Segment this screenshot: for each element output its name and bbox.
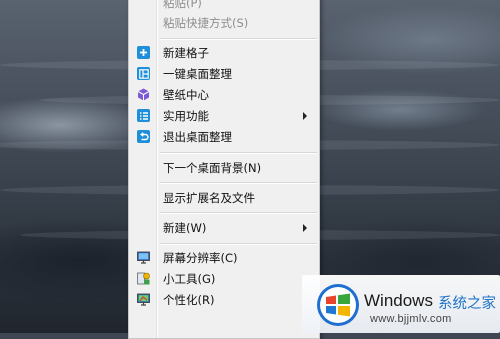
watermark-brand: Windows — [364, 291, 433, 310]
desktop-context-menu: 粘贴(P) 粘贴快捷方式(S) 新建格子 一键桌面整理 壁纸中心 实用功能 退出… — [128, 0, 320, 339]
menu-item-new[interactable]: 新建(W) — [129, 218, 319, 238]
menu-item-utilities[interactable]: 实用功能 — [129, 106, 319, 126]
menu-item-label: 小工具(G) — [163, 272, 216, 286]
exit-icon — [137, 130, 150, 143]
menu-item-screen-resolution[interactable]: 屏幕分辨率(C) — [129, 248, 319, 268]
menu-item-label: 实用功能 — [163, 109, 209, 123]
personalize-icon — [137, 293, 150, 306]
cube-icon — [137, 88, 150, 101]
menu-item-label: 新建格子 — [163, 46, 209, 60]
monitor-icon — [137, 251, 150, 264]
menu-item-personalize[interactable]: 个性化(R) — [129, 290, 319, 310]
watermark-tagline: 系统之家 — [438, 296, 496, 312]
grid-layout-icon — [137, 67, 150, 80]
menu-item-label: 一键桌面整理 — [163, 67, 232, 81]
menu-item-new-fence[interactable]: 新建格子 — [129, 43, 319, 63]
menu-item-label: 粘贴快捷方式(S) — [163, 16, 249, 30]
menu-separator — [160, 152, 317, 154]
windows-logo-icon — [316, 283, 360, 331]
menu-item-show-extensions[interactable]: 显示扩展名及文件 — [129, 188, 319, 208]
menu-item-paste[interactable]: 粘贴(P) — [129, 0, 319, 13]
menu-item-next-background[interactable]: 下一个桌面背景(N) — [129, 158, 319, 178]
menu-separator — [160, 243, 317, 245]
menu-item-label: 粘贴(P) — [163, 0, 202, 10]
menu-item-paste-shortcut[interactable]: 粘贴快捷方式(S) — [129, 13, 319, 33]
list-icon — [137, 109, 150, 122]
menu-item-exit-organize[interactable]: 退出桌面整理 — [129, 127, 319, 147]
menu-item-label: 个性化(R) — [163, 293, 215, 307]
menu-item-one-click-organize[interactable]: 一键桌面整理 — [129, 64, 319, 84]
menu-item-label: 退出桌面整理 — [163, 130, 232, 144]
menu-item-label: 屏幕分辨率(C) — [163, 251, 238, 265]
gadgets-icon — [137, 272, 150, 285]
submenu-arrow-icon — [303, 224, 307, 232]
menu-item-label: 新建(W) — [163, 221, 207, 235]
site-watermark: Windows 系统之家 www.bjjmlv.com — [302, 275, 500, 333]
menu-separator — [160, 38, 317, 40]
menu-separator — [160, 212, 317, 214]
menu-item-wallpaper-center[interactable]: 壁纸中心 — [129, 85, 319, 105]
menu-separator — [160, 182, 317, 184]
watermark-url: www.bjjmlv.com — [370, 313, 452, 325]
menu-item-label: 下一个桌面背景(N) — [163, 161, 262, 175]
menu-item-label: 壁纸中心 — [163, 88, 209, 102]
menu-item-gadgets[interactable]: 小工具(G) — [129, 269, 319, 289]
menu-item-label: 显示扩展名及文件 — [163, 191, 255, 205]
plus-icon — [137, 46, 150, 59]
submenu-arrow-icon — [303, 112, 307, 120]
